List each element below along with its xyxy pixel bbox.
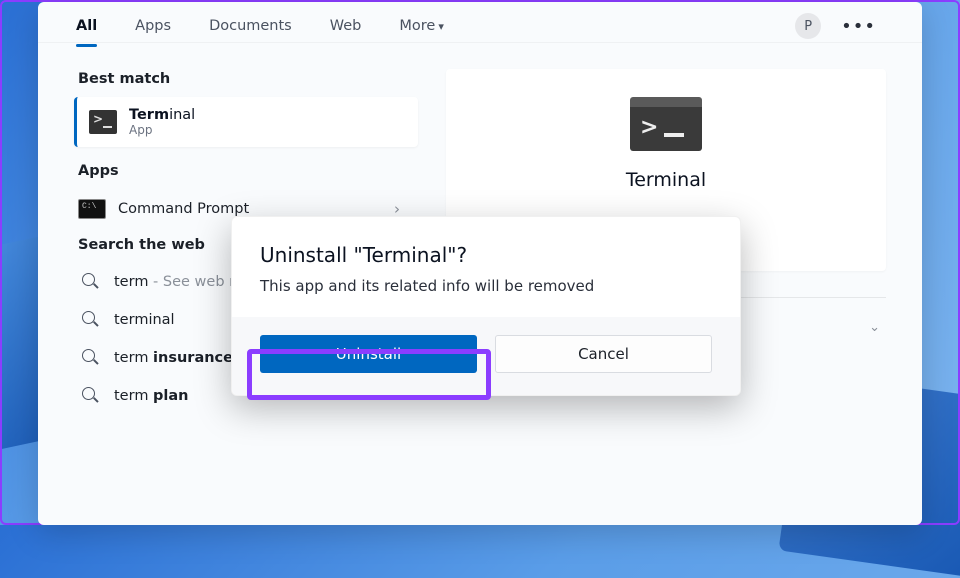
command-prompt-icon <box>78 199 106 219</box>
uninstall-button[interactable]: Uninstall <box>260 335 477 373</box>
section-apps: Apps <box>78 163 418 179</box>
app-result-label: Command Prompt <box>118 201 388 217</box>
best-match-name: Terminal <box>129 107 195 123</box>
preview-title: Terminal <box>470 169 862 191</box>
tab-more[interactable]: More▾ <box>399 10 443 42</box>
dialog-title: Uninstall "Terminal"? <box>260 243 712 267</box>
terminal-icon <box>89 110 117 134</box>
section-best-match: Best match <box>78 71 418 87</box>
uninstall-dialog: Uninstall "Terminal"? This app and its r… <box>231 216 741 396</box>
search-icon <box>82 311 100 329</box>
tab-bar: All Apps Documents Web More▾ P ••• <box>38 2 922 43</box>
chevron-down-icon: ▾ <box>438 20 444 33</box>
tab-apps[interactable]: Apps <box>135 10 171 42</box>
tab-more-label: More <box>399 18 435 34</box>
chevron-down-icon: ⌄ <box>869 320 880 335</box>
tab-all[interactable]: All <box>76 10 97 42</box>
search-icon <box>82 273 100 291</box>
best-match-sub: App <box>129 123 195 137</box>
cancel-button[interactable]: Cancel <box>495 335 712 373</box>
best-match-item[interactable]: Terminal App <box>74 97 418 147</box>
avatar[interactable]: P <box>795 13 821 39</box>
more-options-button[interactable]: ••• <box>833 12 884 41</box>
tab-web[interactable]: Web <box>330 10 362 42</box>
search-icon <box>82 349 100 367</box>
search-icon <box>82 387 100 405</box>
dialog-message: This app and its related info will be re… <box>260 277 712 295</box>
tab-documents[interactable]: Documents <box>209 10 292 42</box>
terminal-icon <box>630 97 702 151</box>
